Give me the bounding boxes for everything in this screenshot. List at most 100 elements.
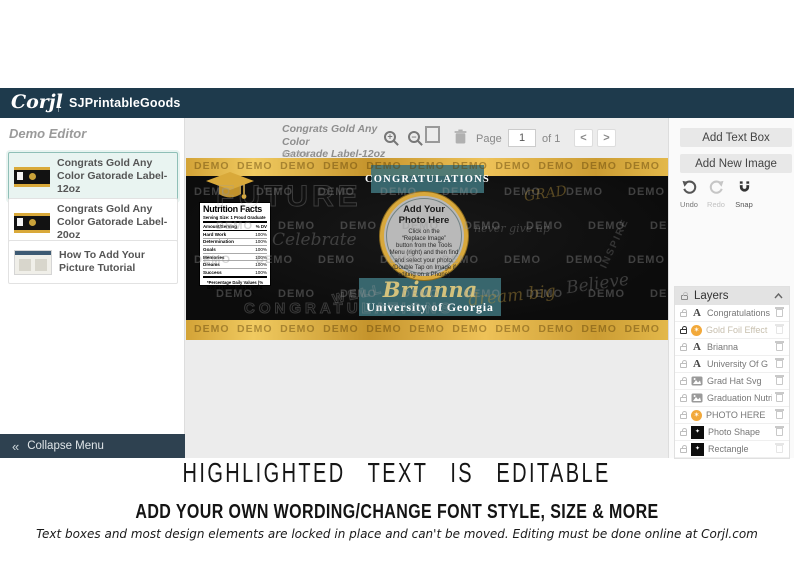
graduation-cap-icon — [206, 172, 254, 199]
nutrition-row: Success 100% — [203, 269, 267, 278]
layers-header[interactable]: Layers — [675, 287, 789, 305]
demo-editor-title: Demo Editor — [9, 126, 87, 141]
layer-row-grad-hat[interactable]: Grad Hat Svg — [675, 373, 789, 390]
store-name: SJPrintableGoods — [69, 96, 181, 110]
photo-instruction: editing on a Phone) — [397, 271, 451, 278]
add-text-box-button[interactable]: Add Text Box — [680, 128, 792, 147]
duplicate-icon[interactable] — [425, 126, 440, 143]
collapse-menu-button[interactable]: « Collapse Menu — [0, 434, 185, 458]
snap-button[interactable]: Snap — [731, 180, 757, 209]
sidebar-item-label-12oz[interactable]: Congrats Gold Any Color Gatorade Label-1… — [8, 152, 178, 202]
unlock-icon[interactable] — [680, 411, 687, 419]
photo-placeholder[interactable]: Add Your Photo Here Click on the “Replac… — [380, 192, 468, 280]
photo-instruction: button from the Tools — [396, 243, 452, 250]
caption-locked-note: Text boxes and most design elements are … — [36, 527, 758, 541]
nutrition-serving: Serving Size: 1 Proud Graduate — [203, 214, 267, 224]
layers-title: Layers — [694, 290, 729, 302]
shape-layer-icon: ✶ — [691, 324, 702, 336]
thumbnail-layer-icon: ✦ — [691, 442, 704, 456]
gold-band-bottom — [186, 320, 668, 340]
unlock-icon[interactable] — [680, 428, 687, 436]
page: Corjl SJPrintableGoods Demo Editor Congr… — [0, 0, 794, 567]
editor-app: Demo Editor Congrats Gold Any Color Gato… — [0, 118, 794, 459]
photo-instruction: and select your photo. — [394, 257, 454, 264]
zoom-out-icon[interactable]: – — [408, 131, 420, 143]
delete-layer-icon[interactable] — [775, 426, 784, 436]
history-tools: Undo Redo Snap — [669, 180, 794, 216]
layer-row-gold-foil[interactable]: ✶ Gold Foil Effect — [675, 322, 789, 339]
zoom-in-icon[interactable]: + — [384, 131, 396, 143]
page-label: Page — [476, 133, 502, 145]
congratulations-text: CONGRATULATIONS — [365, 173, 490, 185]
text-layer-icon: A — [693, 358, 701, 370]
unlock-icon[interactable] — [680, 394, 687, 402]
sidebar-item-tutorial[interactable]: How To Add Your Picture Tutorial — [8, 240, 178, 284]
canvas-area: Congrats Gold Any Color Gatorade Label-1… — [186, 118, 668, 458]
corjl-logo[interactable]: Corjl — [11, 91, 63, 113]
photo-instruction: (Double Tap on Image if — [392, 264, 456, 271]
add-new-image-button[interactable]: Add New Image — [680, 154, 792, 173]
name-textbox[interactable]: Brianna University of Georgia — [359, 278, 501, 316]
layer-row-university[interactable]: A University Of G — [675, 356, 789, 373]
nutrition-row: Determination 100% — [203, 239, 267, 247]
school-text: University of Georgia — [366, 300, 494, 314]
delete-layer-icon[interactable] — [775, 443, 784, 453]
unlock-icon[interactable] — [680, 377, 687, 385]
nutrition-row: Goals 100% — [203, 246, 267, 254]
collapse-menu-label: Collapse Menu — [27, 440, 104, 452]
page-number-input[interactable] — [508, 129, 536, 147]
caption-highlighted-editable: HIGHLIGHTED TEXT IS EDITABLE — [182, 457, 612, 489]
previous-page-button[interactable]: < — [574, 129, 593, 147]
layer-row-nutrition[interactable]: Graduation Nutriti... — [675, 390, 789, 407]
delete-layer-icon[interactable] — [775, 324, 784, 334]
nutrition-row: Memories 100% — [203, 254, 267, 262]
sidebar: Demo Editor Congrats Gold Any Color Gato… — [0, 118, 185, 458]
layer-row-photo-here[interactable]: ✶ PHOTO HERE — [675, 407, 789, 424]
nutrition-row: Dreams 100% — [203, 262, 267, 269]
undo-icon — [682, 180, 696, 194]
next-page-button[interactable]: > — [597, 129, 616, 147]
label-design: DEMO DEMO DEMO DEMO DEMO DEMO DEMO DEMO DEMO DEMO… — [186, 158, 668, 340]
label-thumbnail — [14, 166, 50, 187]
caption-add-wording: ADD YOUR OWN WORDING/CHANGE FONT STYLE, … — [135, 500, 659, 524]
text-layer-icon: A — [693, 341, 701, 353]
delete-icon[interactable] — [454, 129, 467, 149]
delete-layer-icon[interactable] — [775, 358, 784, 368]
redo-button[interactable]: Redo — [703, 180, 729, 209]
unlock-icon[interactable] — [680, 360, 687, 368]
name-text: Brianna — [382, 277, 478, 302]
sidebar-item-label: How To Add Your Picture Tutorial — [59, 248, 145, 274]
unlock-icon[interactable] — [680, 445, 687, 453]
document-toolbar: Congrats Gold Any Color Gatorade Label-1… — [186, 118, 668, 160]
header-bar: Corjl SJPrintableGoods — [0, 88, 794, 118]
delete-layer-icon[interactable] — [775, 375, 784, 385]
page-of-label: of 1 — [542, 133, 561, 145]
thumbnail-layer-icon: ✦ — [691, 425, 704, 439]
text-layer-icon: A — [693, 307, 701, 319]
sidebar-item-label: Congrats Gold Any Color Gatorade Label-1… — [57, 157, 168, 196]
congratulations-textbox[interactable]: CONGRATULATIONS — [365, 165, 489, 193]
layer-row-rectangle[interactable]: ✦ Rectangle — [675, 441, 789, 458]
image-layer-icon — [691, 376, 703, 386]
unlock-icon[interactable] — [680, 309, 687, 317]
nutrition-footnote: *Percentage Daily Values (% DV) are base… — [206, 279, 264, 296]
layer-row-congratulations[interactable]: A Congratulations — [675, 305, 789, 322]
magnet-icon — [739, 181, 749, 192]
nutrition-facts-label: Nutrition Facts Serving Size: 1 Proud Gr… — [199, 202, 271, 295]
collapse-chevrons-icon: « — [12, 438, 20, 454]
chevron-up-icon — [774, 293, 783, 299]
lock-icon[interactable] — [680, 326, 687, 334]
logo-divider — [58, 94, 59, 112]
delete-layer-icon[interactable] — [775, 341, 784, 351]
delete-layer-icon[interactable] — [775, 409, 784, 419]
delete-layer-icon[interactable] — [775, 392, 784, 402]
nutrition-row: Hard Work 100% — [203, 231, 267, 239]
photo-instruction: “Replace Image” — [401, 236, 447, 243]
layer-row-brianna[interactable]: A Brianna — [675, 339, 789, 356]
shape-layer-icon: ✶ — [691, 409, 702, 421]
layer-row-photo-shape[interactable]: ✦ Photo Shape — [675, 424, 789, 441]
delete-layer-icon[interactable] — [775, 307, 784, 317]
nutrition-title: Nutrition Facts — [203, 204, 263, 214]
undo-button[interactable]: Undo — [676, 180, 702, 209]
unlock-icon[interactable] — [680, 343, 687, 351]
